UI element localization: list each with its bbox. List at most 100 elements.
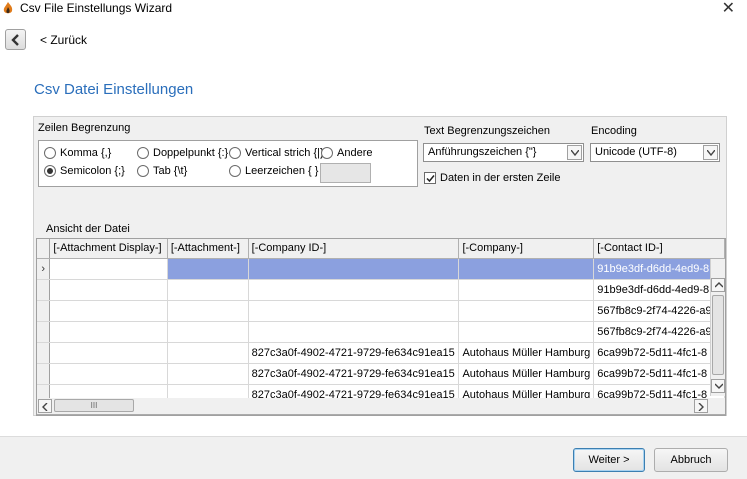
checkbox-box xyxy=(424,172,436,184)
text-qualifier-label: Text Begrenzungszeichen xyxy=(424,125,550,137)
table-row[interactable]: 91b9e3df-d6dd-4ed9-8 xyxy=(37,279,725,301)
row-header xyxy=(37,321,51,343)
back-button[interactable] xyxy=(5,29,26,50)
table-cell[interactable]: 827c3a0f-4902-4721-9729-fe634c91ea15 xyxy=(248,363,460,385)
file-preview-label: Ansicht der Datei xyxy=(46,223,130,235)
horizontal-scrollbar[interactable]: III xyxy=(37,398,710,414)
table-cell[interactable] xyxy=(49,258,168,280)
table-cell[interactable] xyxy=(248,258,460,280)
window-title: Csv File Einstellungs Wizard xyxy=(20,1,173,15)
table-cell[interactable] xyxy=(49,321,168,343)
encoding-select[interactable]: Unicode (UTF-8) xyxy=(590,143,720,162)
vertical-scrollbar[interactable] xyxy=(710,259,725,396)
chevron-right-icon xyxy=(698,403,704,411)
footer-bar: Weiter > Abbruch xyxy=(0,436,747,479)
chevron-left-icon xyxy=(42,403,48,411)
header-row: [-Attachment Display-] [-Attachment-] [-… xyxy=(37,239,725,259)
table-cell[interactable] xyxy=(167,342,249,364)
column-header[interactable]: [-Attachment-] xyxy=(167,239,249,259)
table-cell[interactable] xyxy=(167,258,249,280)
table-cell[interactable]: 567fb8c9-2f74-4226-a9 xyxy=(593,321,725,343)
table-cell[interactable] xyxy=(458,279,595,301)
table-cell[interactable] xyxy=(458,258,595,280)
table-cell[interactable]: 91b9e3df-d6dd-4ed9-8 xyxy=(593,258,725,280)
vertical-scroll-thumb[interactable] xyxy=(712,295,724,375)
scroll-left-button[interactable] xyxy=(38,399,52,413)
table-cell[interactable] xyxy=(248,321,460,343)
chevron-up-icon xyxy=(715,282,723,288)
arrow-left-icon xyxy=(11,34,19,46)
radio-doppelpunkt[interactable]: Doppelpunkt {:} xyxy=(137,147,228,159)
delimiter-group-label: Zeilen Begrenzung xyxy=(38,122,131,134)
scroll-down-button[interactable] xyxy=(711,379,725,393)
radio-dot xyxy=(229,165,241,177)
radio-leerzeichen[interactable]: Leerzeichen { } xyxy=(229,165,318,177)
scroll-right-button[interactable] xyxy=(694,399,708,413)
app-flame-icon xyxy=(3,2,13,14)
table-cell[interactable] xyxy=(248,279,460,301)
chevron-down-icon xyxy=(715,383,723,389)
table-cell[interactable] xyxy=(167,279,249,301)
table-cell[interactable] xyxy=(167,321,249,343)
back-link[interactable]: < Zurück xyxy=(40,33,87,47)
row-header xyxy=(37,300,51,322)
radio-tab[interactable]: Tab {\t} xyxy=(137,165,187,177)
table-cell[interactable]: 91b9e3df-d6dd-4ed9-8 xyxy=(593,279,725,301)
encoding-label: Encoding xyxy=(591,125,637,137)
radio-vertical-strich[interactable]: Vertical strich {|} xyxy=(229,147,324,159)
table-row[interactable]: 567fb8c9-2f74-4226-a9 xyxy=(37,300,725,322)
table-cell[interactable] xyxy=(49,363,168,385)
table-row[interactable]: › 91b9e3df-d6dd-4ed9-8 xyxy=(37,258,725,280)
radio-dot-selected xyxy=(44,165,56,177)
column-header[interactable]: [-Contact ID-] xyxy=(593,239,725,259)
table-cell[interactable] xyxy=(167,300,249,322)
title-bar: Csv File Einstellungs Wizard ✕ xyxy=(0,0,747,18)
preview-grid[interactable]: [-Attachment Display-] [-Attachment-] [-… xyxy=(36,238,726,416)
table-cell[interactable] xyxy=(458,321,595,343)
table-cell[interactable] xyxy=(49,300,168,322)
row-indicator-icon: › xyxy=(37,258,51,280)
close-icon[interactable]: ✕ xyxy=(722,0,735,18)
page-title: Csv Datei Einstellungen xyxy=(34,81,194,98)
table-cell[interactable]: 827c3a0f-4902-4721-9729-fe634c91ea15 xyxy=(248,342,460,364)
table-cell[interactable]: Autohaus Müller Hamburg xyxy=(458,342,595,364)
radio-dot xyxy=(137,147,149,159)
column-header[interactable]: [-Company ID-] xyxy=(248,239,460,259)
table-cell[interactable]: 6ca99b72-5d11-4fc1-8 xyxy=(593,342,725,364)
horizontal-scroll-thumb[interactable]: III xyxy=(54,399,134,412)
table-cell[interactable] xyxy=(248,300,460,322)
table-row[interactable]: 827c3a0f-4902-4721-9729-fe634c91ea15 Aut… xyxy=(37,342,725,364)
text-qualifier-select[interactable]: Anführungszeichen {"} xyxy=(423,143,584,162)
row-header xyxy=(37,279,51,301)
radio-dot xyxy=(44,147,56,159)
column-header[interactable]: [-Company-] xyxy=(458,239,595,259)
header-row-checkbox[interactable]: Daten in der ersten Zeile xyxy=(424,172,560,184)
table-cell[interactable] xyxy=(167,363,249,385)
chevron-down-icon xyxy=(567,145,582,160)
table-cell[interactable] xyxy=(458,300,595,322)
wizard-window: Csv File Einstellungs Wizard ✕ < Zurück … xyxy=(0,0,747,479)
table-cell[interactable] xyxy=(49,342,168,364)
preview-table: [-Attachment Display-] [-Attachment-] [-… xyxy=(37,239,725,406)
radio-andere[interactable]: Andere xyxy=(321,147,372,159)
row-header xyxy=(37,342,51,364)
row-header-corner xyxy=(37,239,51,259)
scroll-corner xyxy=(710,398,725,414)
cancel-button[interactable]: Abbruch xyxy=(654,448,728,472)
radio-semicolon[interactable]: Semicolon {;} xyxy=(44,165,125,177)
scroll-up-button[interactable] xyxy=(711,278,725,292)
table-row[interactable]: 827c3a0f-4902-4721-9729-fe634c91ea15 Aut… xyxy=(37,363,725,385)
table-row[interactable]: 567fb8c9-2f74-4226-a9 xyxy=(37,321,725,343)
table-cell[interactable]: 567fb8c9-2f74-4226-a9 xyxy=(593,300,725,322)
radio-dot xyxy=(137,165,149,177)
radio-dot xyxy=(229,147,241,159)
table-cell[interactable]: 6ca99b72-5d11-4fc1-8 xyxy=(593,363,725,385)
checkmark-icon xyxy=(426,175,435,183)
next-button[interactable]: Weiter > xyxy=(573,448,645,472)
other-delimiter-input[interactable] xyxy=(320,163,371,183)
radio-komma[interactable]: Komma {,} xyxy=(44,147,111,159)
column-header[interactable]: [-Attachment Display-] xyxy=(49,239,168,259)
table-cell[interactable]: Autohaus Müller Hamburg xyxy=(458,363,595,385)
table-cell[interactable] xyxy=(49,279,168,301)
chevron-down-icon xyxy=(703,145,718,160)
